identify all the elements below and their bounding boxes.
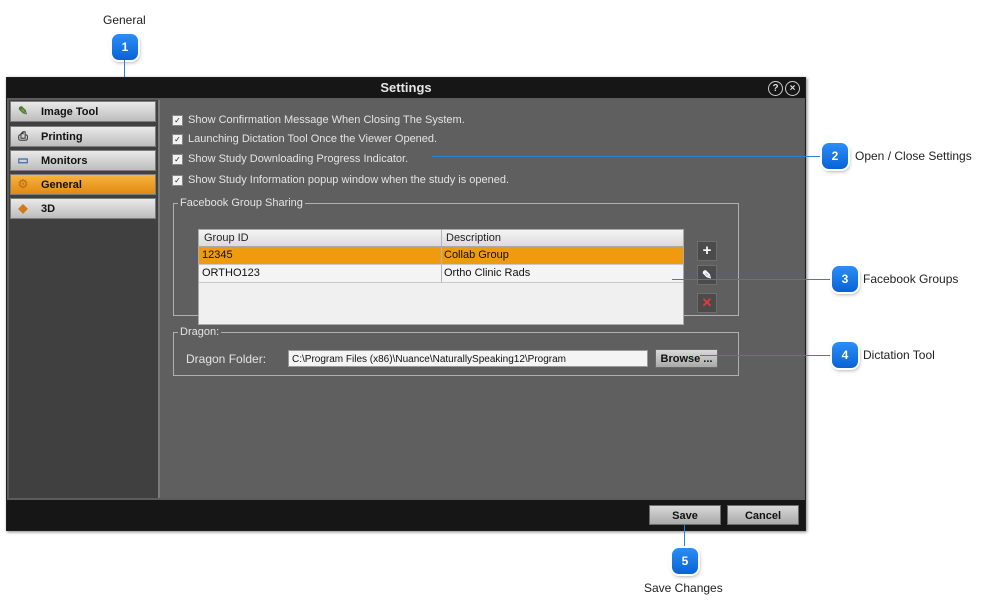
close-icon[interactable]: × [785, 81, 800, 96]
image-tool-icon: ✎ [17, 104, 29, 118]
callout-line-4 [700, 355, 832, 356]
column-divider [441, 230, 442, 246]
callout-label-open-close-settings: Open / Close Settings [855, 149, 972, 163]
facebook-legend: Facebook Group Sharing [180, 197, 303, 209]
column-divider [441, 247, 442, 264]
sidebar-item-general[interactable]: ⚙ General [10, 174, 156, 195]
delete-group-button[interactable]: ✕ [697, 293, 717, 313]
table-row[interactable]: 12345 Collab Group [199, 247, 683, 265]
printer-icon: ⎙ [18, 129, 28, 143]
sidebar-item-label: Monitors [41, 155, 88, 167]
option-label: Show Study Downloading Progress Indicato… [188, 153, 409, 165]
help-icon[interactable]: ? [768, 81, 783, 96]
option-label: Launching Dictation Tool Once the Viewer… [188, 133, 438, 145]
sidebar-item-monitors[interactable]: ▭ Monitors [10, 150, 156, 171]
cell-group-id: ORTHO123 [202, 267, 260, 279]
settings-sidebar: ✎ Image Tool ⎙ Printing ▭ Monitors ⚙ Gen… [9, 100, 161, 498]
cell-group-id: 12345 [202, 249, 233, 261]
add-group-button[interactable]: + [697, 241, 717, 261]
sidebar-item-3d[interactable]: ◆ 3D [10, 198, 156, 219]
callout-line-5 [684, 525, 685, 549]
sidebar-item-printing[interactable]: ⎙ Printing [10, 126, 156, 147]
callout-badge-1: 1 [112, 34, 138, 60]
callout-line-3 [672, 279, 832, 280]
checkbox[interactable]: ✓ [172, 115, 183, 126]
callout-badge-5: 5 [672, 548, 698, 574]
dragon-folder-field[interactable]: C:\Program Files (x86)\Nuance\NaturallyS… [288, 350, 648, 367]
column-divider [441, 265, 442, 282]
cancel-button[interactable]: Cancel [727, 505, 799, 525]
3d-icon: ◆ [18, 201, 28, 215]
callout-label-dictation-tool: Dictation Tool [863, 348, 935, 362]
sidebar-item-label: 3D [41, 203, 56, 215]
facebook-group-sharing: Facebook Group Sharing Group ID Descript… [173, 197, 739, 325]
sidebar-item-label: Image Tool [41, 106, 99, 118]
sidebar-item-label: General [41, 179, 82, 191]
facebook-groups-table: Group ID Description 12345 Collab Group … [198, 229, 684, 325]
table-row[interactable]: ORTHO123 Ortho Clinic Rads [199, 265, 683, 283]
settings-window: Settings ? × ✎ Image Tool ⎙ Printing ▭ M… [6, 77, 806, 531]
sidebar-item-label: Printing [41, 131, 83, 143]
cell-description: Collab Group [444, 249, 509, 261]
callout-badge-3: 3 [832, 266, 858, 292]
callout-label-facebook-groups: Facebook Groups [863, 272, 959, 286]
option-label: Show Confirmation Message When Closing T… [188, 114, 465, 126]
window-footer: Save Cancel [7, 500, 805, 530]
dragon-settings: Dragon: Dragon Folder: C:\Program Files … [173, 326, 739, 376]
dragon-legend: Dragon: [180, 326, 220, 338]
option-label: Show Study Information popup window when… [188, 174, 510, 186]
window-title: Settings [380, 80, 432, 95]
column-header-group-id[interactable]: Group ID [204, 232, 249, 244]
column-header-description[interactable]: Description [446, 232, 501, 244]
checkbox[interactable]: ✓ [172, 134, 183, 145]
checkbox[interactable]: ✓ [172, 175, 183, 186]
callout-badge-2: 2 [822, 143, 848, 169]
gears-icon: ⚙ [17, 177, 29, 191]
general-settings-panel: ✓ Show Confirmation Message When Closing… [160, 100, 803, 498]
dragon-folder-label: Dragon Folder: [186, 352, 267, 366]
table-header: Group ID Description [199, 230, 683, 247]
callout-label-general: General [103, 13, 146, 27]
callout-badge-4: 4 [832, 342, 858, 368]
browse-button[interactable]: Browse ... [655, 349, 718, 368]
monitor-icon: ▭ [17, 153, 29, 167]
checkbox[interactable]: ✓ [172, 154, 183, 165]
window-titlebar: Settings ? × [7, 78, 805, 98]
edit-group-button[interactable]: ✎ [697, 265, 717, 285]
save-button[interactable]: Save [649, 505, 721, 525]
callout-label-save-changes: Save Changes [644, 581, 723, 595]
sidebar-item-image-tool[interactable]: ✎ Image Tool [10, 101, 156, 122]
callout-line-2 [432, 156, 822, 157]
cell-description: Ortho Clinic Rads [444, 267, 531, 279]
